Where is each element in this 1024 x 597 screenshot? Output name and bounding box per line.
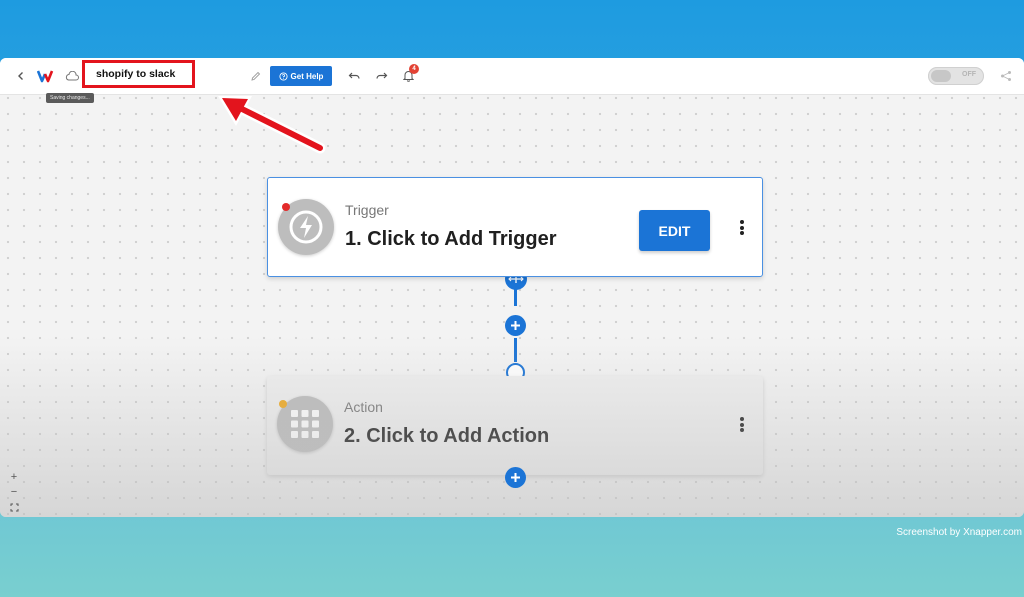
error-status-dot — [282, 203, 290, 211]
trigger-title[interactable]: 1. Click to Add Trigger — [345, 228, 557, 251]
fit-screen-icon[interactable] — [8, 503, 20, 515]
zoom-out-button[interactable]: − — [8, 486, 20, 498]
plus-icon — [511, 473, 520, 482]
cloud-icon — [64, 66, 80, 86]
top-toolbar: shopify to slack Get Help 4 OFF — [0, 58, 1024, 95]
annotation-arrow — [218, 96, 326, 154]
apps-grid-icon — [291, 410, 319, 438]
zoom-in-button[interactable]: + — [8, 471, 20, 483]
workflow-title-input[interactable]: shopify to slack — [82, 60, 195, 88]
add-step-button[interactable] — [505, 315, 526, 336]
toggle-label: OFF — [962, 71, 976, 78]
more-vertical-icon[interactable] — [737, 417, 747, 432]
saving-tooltip: Saving changes... — [46, 93, 94, 103]
get-help-label: Get Help — [290, 71, 324, 81]
app-window: shopify to slack Get Help 4 OFF Trigger … — [0, 58, 1024, 517]
pencil-icon[interactable] — [248, 66, 262, 86]
redo-icon[interactable] — [373, 66, 389, 86]
more-vertical-icon[interactable] — [737, 220, 747, 235]
screenshot-credit: Screenshot by Xnapper.com — [896, 527, 1022, 538]
undo-icon[interactable] — [346, 66, 362, 86]
action-card[interactable]: Action 2. Click to Add Action — [267, 376, 763, 475]
trigger-type-label: Trigger — [345, 202, 389, 218]
warning-status-dot — [279, 400, 287, 408]
help-circle-icon — [278, 71, 288, 81]
edit-trigger-button[interactable]: EDIT — [639, 210, 710, 251]
workflow-toggle[interactable]: OFF — [928, 67, 984, 85]
share-icon[interactable] — [998, 66, 1014, 86]
brand-logo-icon[interactable] — [36, 66, 60, 86]
plus-icon — [511, 321, 520, 330]
add-step-button[interactable] — [505, 467, 526, 488]
lightning-icon — [289, 210, 323, 244]
trigger-card[interactable]: Trigger 1. Click to Add Trigger EDIT — [267, 177, 763, 277]
get-help-button[interactable]: Get Help — [270, 66, 332, 86]
action-title[interactable]: 2. Click to Add Action — [344, 425, 549, 448]
notification-badge: 4 — [409, 64, 419, 74]
connector-line — [514, 338, 517, 362]
toggle-knob — [931, 70, 951, 82]
back-chevron-icon[interactable] — [14, 66, 28, 86]
action-type-label: Action — [344, 399, 383, 415]
